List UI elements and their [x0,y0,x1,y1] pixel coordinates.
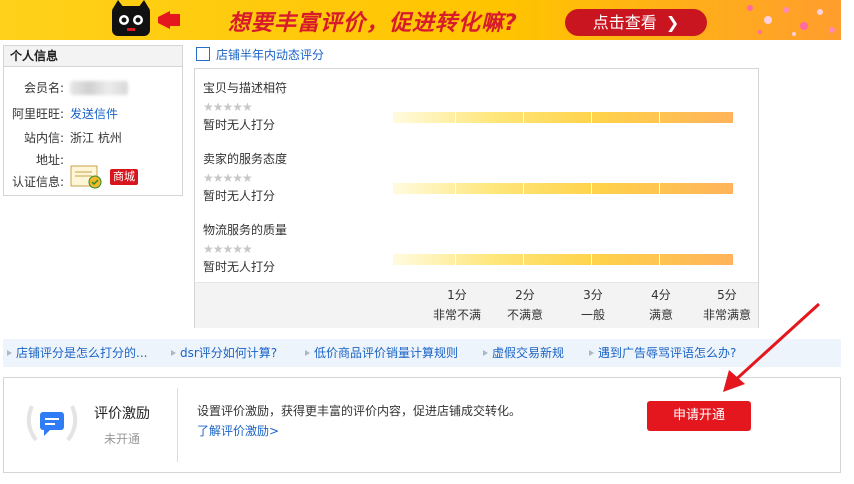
rating-item: 宝贝与描述相符 ★★★★★ 暂时无人打分 [203,79,287,133]
decorative-dots [747,5,835,36]
bullet-arrow-icon [589,350,594,356]
rating-item-name: 卖家的服务态度 [203,152,288,166]
divider [177,388,178,462]
scale-tick: 1分 非常不满 [432,288,481,322]
cert-label: 认证信息: [11,175,64,189]
rating-status: 暂时无人打分 [203,260,276,274]
site-row: 站内信: 浙江 杭州 [4,128,182,148]
learn-more-link[interactable]: 了解评价激励> [197,422,279,439]
rating-bar [393,254,733,265]
bullet-arrow-icon [171,350,176,356]
annotation-arrow [723,302,821,392]
apply-button[interactable]: 申请开通 [647,401,751,431]
megaphone-icon [158,11,180,29]
scale-tick: 2分 不满意 [506,288,543,322]
site-value: 浙江 杭州 [70,131,122,145]
rating-section-title: 店铺半年内动态评分 [196,46,324,64]
banner-headline: 想要丰富评价，促进转化嘛? [228,11,518,36]
certificate-icon[interactable] [70,164,104,190]
scale-tick: 4分 满意 [648,288,673,322]
member-name-blurred [70,81,128,95]
wangwang-row: 阿里旺旺: 发送信件 [4,104,182,124]
rating-stars: ★★★★★ [203,100,253,114]
rating-panel: 宝贝与描述相符 ★★★★★ 暂时无人打分 卖家的服务态度 ★★★★★ 暂时无人打… [194,68,759,328]
rating-bar [393,112,733,123]
send-message-link[interactable]: 发送信件 [70,104,118,124]
chevron-right-icon: ❯ [665,13,680,32]
rating-stars: ★★★★★ [203,171,253,185]
wangwang-label: 阿里旺旺: [11,107,64,121]
rating-item-name: 宝贝与描述相符 [203,81,288,95]
rating-status: 暂时无人打分 [203,189,276,203]
promo-banner[interactable]: 想要丰富评价，促进转化嘛? 点击查看 ❯ [0,0,841,40]
rating-stars: ★★★★★ [203,242,253,256]
profile-title: 个人信息 [4,46,182,67]
mall-badge[interactable]: 商城 [110,169,138,185]
rating-item: 物流服务的质量 ★★★★★ 暂时无人打分 [203,221,287,275]
profile-panel: 个人信息 会员名: 阿里旺旺: 发送信件 站内信: 浙江 杭州 地址: 认证信息… [3,45,183,196]
tmall-cat-icon [112,0,150,36]
site-label: 站内信: [23,131,64,145]
incentive-description: 设置评价激励，获得更丰富的评价内容，促进店铺成交转化。 [197,404,522,418]
cert-row: 认证信息: 商城 [4,165,182,192]
rating-item-name: 物流服务的质量 [203,223,288,237]
help-link[interactable]: dsr评分如何计算? [180,339,277,367]
member-row: 会员名: [4,78,182,98]
banner-view-button[interactable]: 点击查看 ❯ [565,9,707,36]
help-link[interactable]: 虚假交易新规 [492,339,564,367]
help-link[interactable]: 店铺评分是怎么打分的... [16,339,147,367]
bullet-arrow-icon [305,350,310,356]
rating-status: 暂时无人打分 [203,118,276,132]
laurel-message-icon [26,405,78,442]
bullet-arrow-icon [483,350,488,356]
incentive-status: 未开通 [104,432,141,446]
rating-scale: 1分 非常不满 2分 不满意 3分 一般 4分 满意 5分 非常满意 [195,282,758,328]
member-label: 会员名: [23,81,64,95]
rating-bar [393,183,733,194]
bullet-arrow-icon [7,350,12,356]
rating-item: 卖家的服务态度 ★★★★★ 暂时无人打分 [203,150,287,204]
incentive-title: 评价激励 [94,406,150,422]
scale-tick: 3分 一般 [580,288,605,322]
calendar-icon [196,47,210,61]
help-link[interactable]: 低价商品评价销量计算规则 [314,339,458,367]
address-label: 地址: [35,153,64,167]
